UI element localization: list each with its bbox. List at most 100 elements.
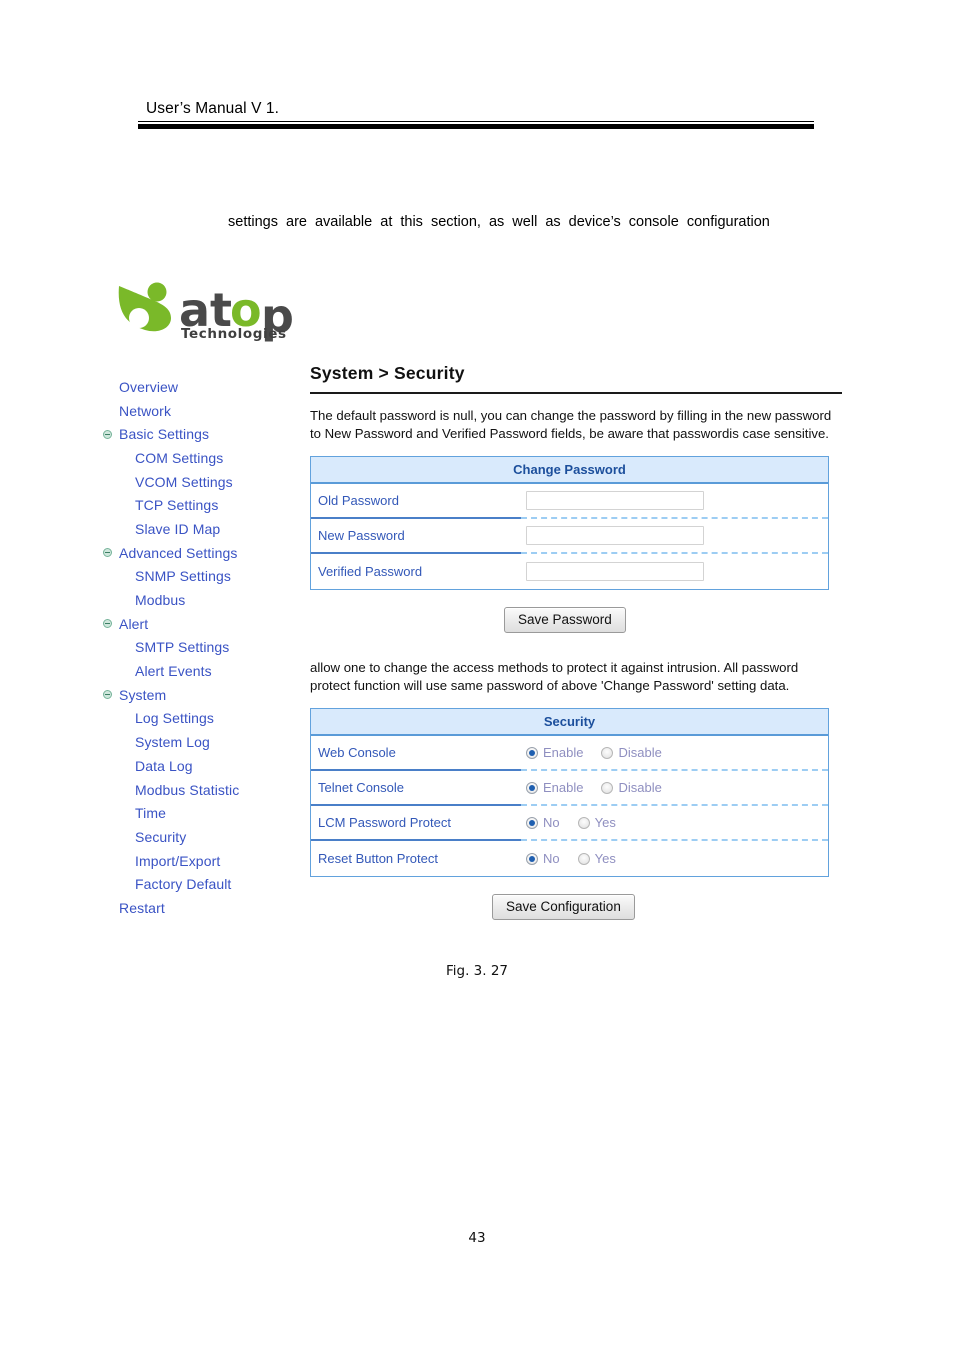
sidebar-item-smtp-settings[interactable]: SMTP Settings: [103, 636, 308, 660]
old-password-input[interactable]: [526, 491, 704, 510]
sidebar-item-overview[interactable]: Overview: [103, 375, 308, 399]
radio-option-no[interactable]: No: [526, 851, 560, 866]
sidebar-item-label: TCP Settings: [135, 497, 219, 514]
radio-option-label: Disable: [618, 745, 662, 760]
sidebar-item-label: Alert Events: [135, 663, 212, 680]
sidebar-item-com-settings[interactable]: COM Settings: [103, 446, 308, 470]
sidebar-item-alert[interactable]: Alert: [103, 612, 308, 636]
sidebar-item-advanced-settings[interactable]: Advanced Settings: [103, 541, 308, 565]
security-table: Security Web Console Enable Disable Telnet …: [310, 708, 829, 877]
new-password-input[interactable]: [526, 526, 704, 545]
sidebar-item-label: Network: [119, 402, 172, 419]
radio-group: Enable Disable: [526, 780, 680, 795]
radio-option-label: No: [543, 851, 560, 866]
save-password-button[interactable]: Save Password: [504, 607, 626, 633]
radio-selected-icon[interactable]: [526, 852, 538, 865]
radio-unselected-icon[interactable]: [577, 852, 590, 865]
sidebar-item-restart[interactable]: Restart: [103, 896, 308, 920]
security-table-header: Security: [311, 709, 828, 736]
radio-option-disable[interactable]: Disable: [601, 745, 662, 760]
radio-selected-icon[interactable]: [526, 746, 538, 759]
field-label: LCM Password Protect: [311, 806, 521, 841]
sidebar-item-label: Advanced Settings: [119, 544, 238, 561]
sidebar-item-label: System: [119, 686, 167, 703]
table-row: Telnet Console Enable Disable: [311, 771, 828, 806]
sidebar-item-label: Basic Settings: [119, 426, 210, 443]
figure-caption: Fig. 3. 27: [445, 963, 509, 979]
field-value-cell: [521, 484, 828, 519]
tree-collapse-icon[interactable]: [103, 618, 114, 629]
change-password-rows: Old Password New Password Verified Passwor…: [311, 484, 828, 589]
sidebar-item-alert-events[interactable]: Alert Events: [103, 659, 308, 683]
radio-option-enable[interactable]: Enable: [526, 780, 583, 795]
radio-option-no[interactable]: No: [526, 815, 560, 830]
main-panel: System > Security The default password i…: [310, 363, 842, 920]
table-row: Old Password: [311, 484, 828, 519]
document-running-head: User’s Manual V 1.: [138, 100, 814, 129]
sidebar-item-label: Factory Default: [135, 876, 232, 893]
field-label: Reset Button Protect: [318, 851, 438, 866]
table-row: Web Console Enable Disable: [311, 736, 828, 771]
sidebar-item-network[interactable]: Network: [103, 399, 308, 423]
manual-title: User’s Manual V 1.: [146, 100, 280, 117]
save-configuration-row: Save Configuration: [310, 894, 842, 920]
sidebar-item-label: VCOM Settings: [135, 473, 233, 490]
radio-unselected-icon[interactable]: [601, 746, 614, 759]
sidebar-item-label: Modbus: [135, 592, 186, 609]
page-number: 43: [468, 1230, 486, 1246]
field-value-cell: [521, 554, 828, 589]
radio-option-yes[interactable]: Yes: [577, 815, 616, 830]
atop-logo: at o p Technologies: [113, 280, 313, 342]
sidebar-item-security[interactable]: Security: [103, 825, 308, 849]
table-row: LCM Password Protect No Yes: [311, 806, 828, 841]
radio-selected-icon[interactable]: [526, 781, 538, 794]
sidebar-item-label: Overview: [119, 378, 179, 395]
sidebar-item-time[interactable]: Time: [103, 801, 308, 825]
save-configuration-button[interactable]: Save Configuration: [492, 894, 635, 920]
radio-unselected-icon[interactable]: [577, 816, 590, 829]
sidebar-item-system[interactable]: System: [103, 683, 308, 707]
radio-group: Enable Disable: [526, 745, 680, 760]
table-row: Reset Button Protect No Yes: [311, 841, 828, 876]
radio-unselected-icon[interactable]: [601, 781, 614, 794]
sidebar-item-modbus[interactable]: Modbus: [103, 588, 308, 612]
sidebar-item-label: Log Settings: [135, 710, 215, 727]
field-label: New Password: [311, 519, 521, 554]
table-row: Verified Password: [311, 554, 828, 589]
radio-option-disable[interactable]: Disable: [601, 780, 662, 795]
tree-collapse-icon[interactable]: [103, 689, 114, 700]
radio-option-label: No: [543, 815, 560, 830]
radio-group: No Yes: [526, 815, 634, 830]
sidebar-item-import-export[interactable]: Import/Export: [103, 849, 308, 873]
field-label: Verified Password: [318, 564, 423, 579]
header-rules: [138, 121, 814, 129]
sidebar-item-label: Data Log: [135, 757, 193, 774]
sidebar-item-log-settings[interactable]: Log Settings: [103, 707, 308, 731]
sidebar-item-label: Import/Export: [135, 852, 221, 869]
sidebar-item-slave-id-map[interactable]: Slave ID Map: [103, 517, 308, 541]
sidebar-item-vcom-settings[interactable]: VCOM Settings: [103, 470, 308, 494]
tree-collapse-icon[interactable]: [103, 547, 114, 558]
field-value-cell: No Yes: [521, 841, 828, 876]
sidebar-item-basic-settings[interactable]: Basic Settings: [103, 422, 308, 446]
sidebar-item-label: SNMP Settings: [135, 568, 231, 585]
sidebar-item-snmp-settings[interactable]: SNMP Settings: [103, 565, 308, 589]
radio-option-yes[interactable]: Yes: [577, 851, 616, 866]
radio-option-enable[interactable]: Enable: [526, 745, 583, 760]
sidebar-item-label: COM Settings: [135, 449, 224, 466]
radio-option-label: Yes: [594, 815, 616, 830]
sidebar-item-modbus-statistic[interactable]: Modbus Statistic: [103, 778, 308, 802]
radio-option-label: Yes: [594, 851, 616, 866]
sidebar-item-data-log[interactable]: Data Log: [103, 754, 308, 778]
tree-collapse-icon[interactable]: [103, 429, 114, 440]
sidebar-item-label: System Log: [135, 734, 210, 751]
radio-selected-icon[interactable]: [526, 816, 538, 829]
sidebar-item-factory-default[interactable]: Factory Default: [103, 872, 308, 896]
field-value-cell: No Yes: [521, 806, 828, 841]
sidebar-item-tcp-settings[interactable]: TCP Settings: [103, 493, 308, 517]
logo-mark-shape: [118, 282, 171, 332]
table-row: New Password: [311, 519, 828, 554]
change-password-description: The default password is null, you can ch…: [310, 408, 832, 441]
sidebar-item-system-log[interactable]: System Log: [103, 730, 308, 754]
verified-password-input[interactable]: [526, 562, 704, 581]
